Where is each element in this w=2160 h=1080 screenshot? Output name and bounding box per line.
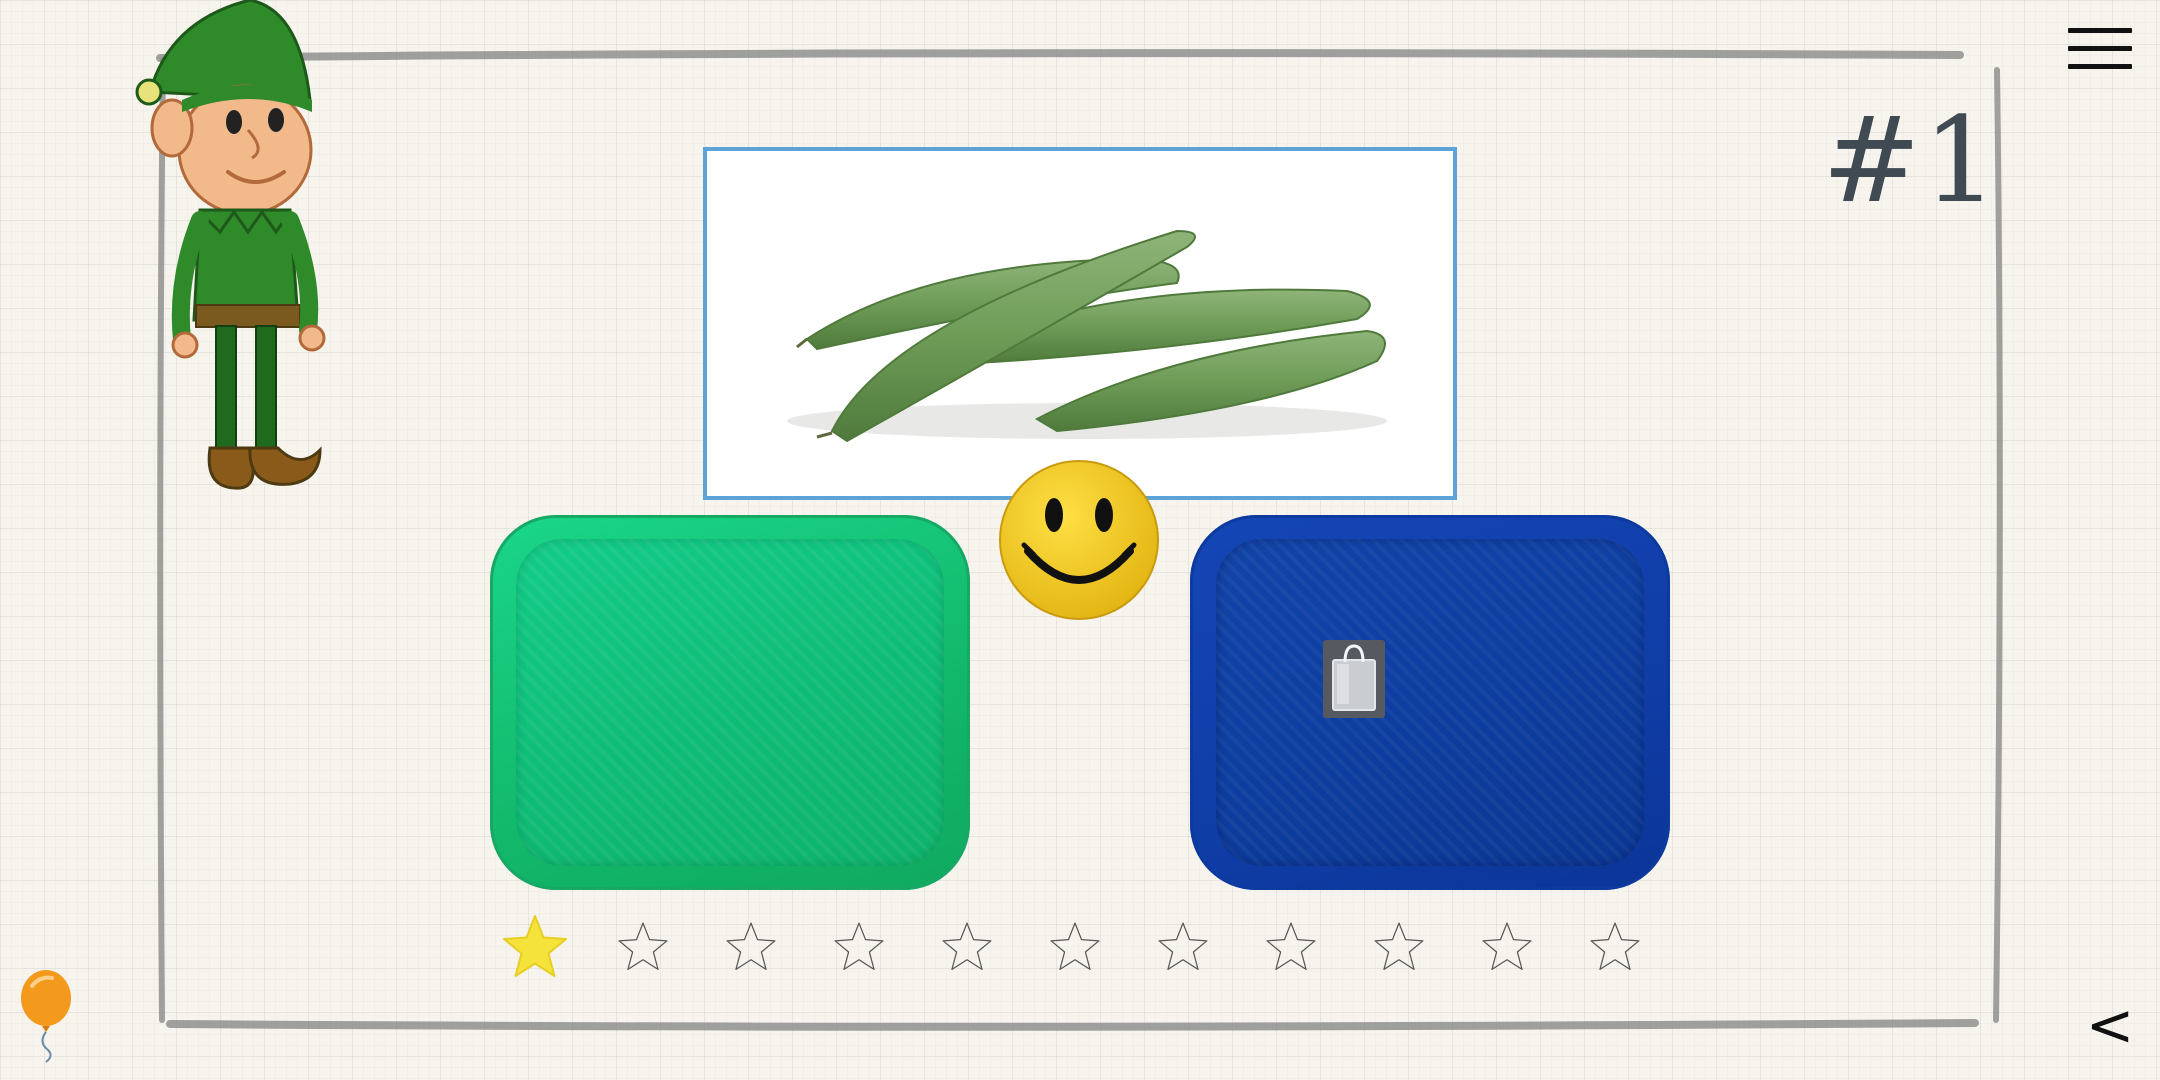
- star-empty-icon: [1580, 912, 1650, 982]
- star-empty-icon: [608, 912, 678, 982]
- balloon-icon[interactable]: [18, 968, 74, 1064]
- star-empty-icon: [824, 912, 894, 982]
- prompt-picture-card: [703, 147, 1457, 500]
- star-empty-icon: [1472, 912, 1542, 982]
- star-empty-icon: [1040, 912, 1110, 982]
- plastic-bag-icon: [1332, 644, 1376, 711]
- hamburger-icon: [2068, 28, 2132, 33]
- star-empty-icon: [1256, 912, 1326, 982]
- star-empty-icon: [716, 912, 786, 982]
- progress-stars: [500, 912, 1660, 992]
- green-tray-surface: [516, 539, 944, 866]
- elf-mascot: [135, 0, 326, 490]
- back-button[interactable]: <: [2080, 990, 2140, 1060]
- star-empty-icon: [1148, 912, 1218, 982]
- plastic-bag-token[interactable]: [1323, 640, 1385, 718]
- star-filled-icon: [500, 912, 570, 982]
- blue-tray-surface: [1216, 539, 1644, 866]
- star-empty-icon: [932, 912, 1002, 982]
- green-tray[interactable]: [490, 515, 970, 890]
- smiley-face-icon: [999, 460, 1159, 620]
- menu-button[interactable]: [2060, 22, 2140, 78]
- blue-tray[interactable]: [1190, 515, 1670, 890]
- star-empty-icon: [1364, 912, 1434, 982]
- level-number: #1: [1822, 91, 2000, 229]
- snow-pea-image: [787, 229, 1387, 443]
